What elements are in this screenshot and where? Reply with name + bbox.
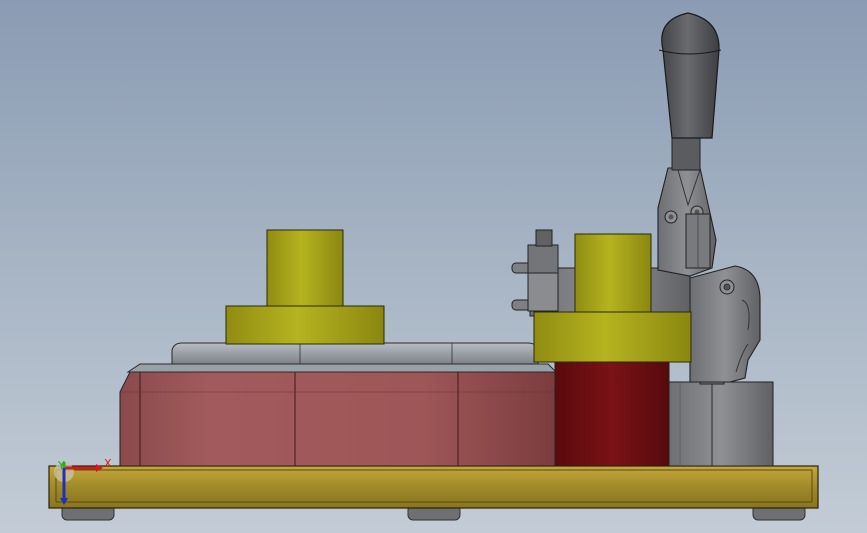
support-block [554, 361, 670, 467]
clamp-linkage [657, 167, 717, 277]
model-scene[interactable]: X Y [0, 0, 867, 533]
locating-pin-left [225, 229, 385, 345]
x-axis-label: X [104, 457, 112, 470]
workpiece-tray [126, 342, 558, 373]
clamp-handle[interactable] [658, 12, 722, 171]
3d-viewport[interactable]: X Y [0, 0, 867, 533]
toggle-clamp-body [689, 265, 761, 383]
fixture-block [119, 371, 556, 467]
base-plate [48, 465, 819, 509]
clamp-base [668, 371, 774, 467]
